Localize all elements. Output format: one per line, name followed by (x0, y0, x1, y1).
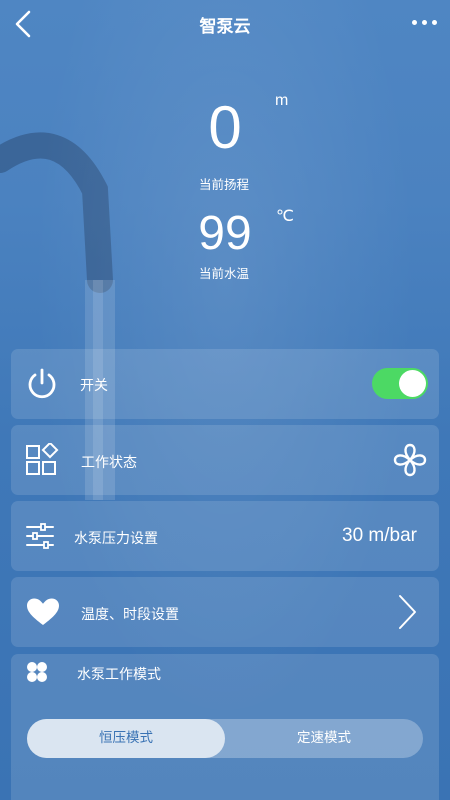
status-card: 工作状态 (11, 425, 439, 495)
temp-value: 99 (198, 207, 252, 260)
pressure-value: 30 m/bar (342, 525, 417, 546)
head-value: 0 (208, 94, 242, 161)
sliders-icon (26, 523, 54, 549)
head-unit: m (275, 92, 289, 109)
schedule-card[interactable]: 温度、时段设置 (11, 577, 439, 647)
more-button[interactable] (410, 10, 440, 34)
power-toggle[interactable] (372, 368, 428, 399)
power-card: 开关 (11, 349, 439, 419)
temp-unit: ℃ (276, 208, 294, 225)
schedule-label: 温度、时段设置 (81, 607, 179, 623)
chevron-right-icon (399, 595, 416, 629)
mode-card: 水泵工作模式 恒压模式 定速模式 (11, 654, 439, 800)
mode-option-fixed-speed[interactable]: 定速模式 (225, 719, 423, 758)
page-title: 智泵云 (199, 17, 251, 37)
mode-label: 水泵工作模式 (77, 667, 161, 683)
head-caption: 当前扬程 (199, 177, 250, 192)
mode-segmented-control: 恒压模式 定速模式 (27, 719, 423, 758)
pressure-card[interactable]: 水泵压力设置 30 m/bar (11, 501, 439, 571)
status-label: 工作状态 (81, 455, 137, 471)
heart-icon (27, 598, 59, 625)
power-icon (28, 368, 56, 399)
more-dots-icon (412, 20, 417, 25)
toggle-knob (399, 370, 426, 397)
top-bar: 智泵云 (0, 0, 450, 48)
pressure-label: 水泵压力设置 (74, 531, 158, 547)
temp-caption: 当前水温 (199, 266, 250, 281)
clover-icon (27, 662, 47, 682)
power-label: 开关 (80, 378, 108, 394)
mode-option-constant-pressure[interactable]: 恒压模式 (27, 719, 225, 758)
fan-icon (393, 443, 427, 477)
apps-icon (26, 443, 59, 475)
